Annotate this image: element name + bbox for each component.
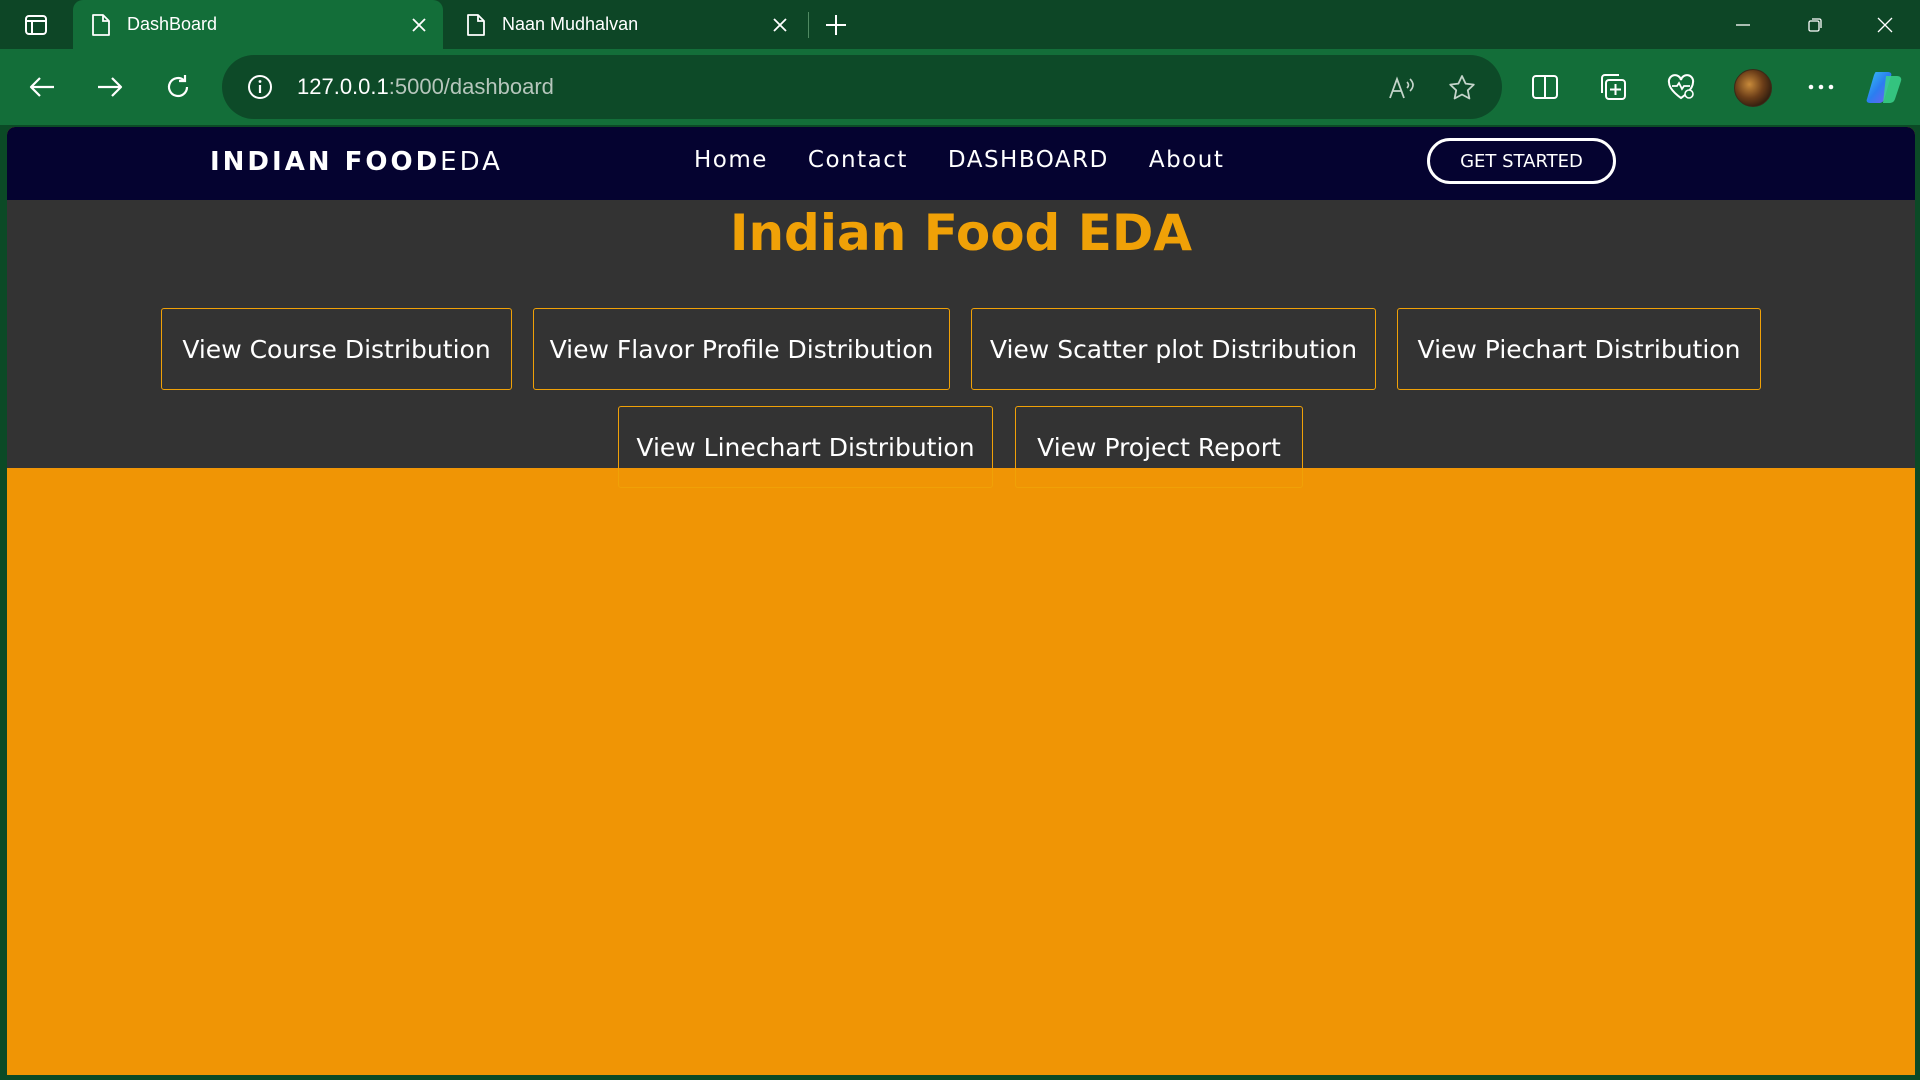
nav-contact[interactable]: Contact bbox=[808, 147, 908, 173]
refresh-icon[interactable] bbox=[158, 67, 198, 107]
tab-title: Naan Mudhalvan bbox=[502, 14, 639, 34]
browser-essentials-icon[interactable] bbox=[1662, 68, 1700, 106]
address-url: 127.0.0.1:5000/dashboard bbox=[297, 74, 554, 100]
minimize-icon[interactable] bbox=[1708, 0, 1778, 49]
brand-bold: INDIAN FOOD bbox=[210, 147, 441, 177]
tab-separator bbox=[808, 12, 809, 38]
split-screen-icon[interactable] bbox=[1526, 68, 1564, 106]
view-course-distribution-button[interactable]: View Course Distribution bbox=[161, 308, 512, 390]
page-icon bbox=[91, 13, 111, 37]
address-host: 127.0.0.1 bbox=[297, 74, 389, 99]
address-bar[interactable]: 127.0.0.1:5000/dashboard bbox=[222, 55, 1502, 119]
browser-toolbar: 127.0.0.1:5000/dashboard bbox=[0, 49, 1920, 125]
page-icon bbox=[466, 13, 486, 37]
info-icon[interactable] bbox=[246, 73, 274, 101]
tab-dashboard[interactable]: DashBoard bbox=[73, 0, 443, 49]
site-navbar: INDIAN FOODEDA Home Contact DASHBOARD Ab… bbox=[7, 127, 1915, 200]
tab-naan-mudhalvan[interactable]: Naan Mudhalvan bbox=[448, 0, 804, 49]
more-icon[interactable] bbox=[1802, 68, 1840, 106]
page-title: Indian Food EDA bbox=[729, 204, 1193, 262]
nav-about[interactable]: About bbox=[1149, 147, 1225, 173]
get-started-button[interactable]: GET STARTED bbox=[1427, 138, 1616, 184]
restore-icon[interactable] bbox=[1780, 0, 1850, 49]
read-aloud-icon[interactable] bbox=[1387, 73, 1417, 103]
view-scatter-plot-distribution-button[interactable]: View Scatter plot Distribution bbox=[971, 308, 1376, 390]
view-piechart-distribution-button[interactable]: View Piechart Distribution bbox=[1397, 308, 1761, 390]
close-icon[interactable] bbox=[405, 11, 433, 39]
favorite-star-icon[interactable] bbox=[1447, 73, 1477, 103]
profile-avatar[interactable] bbox=[1734, 69, 1772, 107]
dashboard-panel: Indian Food EDA View Course Distribution… bbox=[7, 200, 1915, 488]
site-logo[interactable]: INDIAN FOODEDA bbox=[210, 147, 503, 177]
brand-light: EDA bbox=[440, 147, 503, 177]
browser-tab-bar: DashBoard Naan Mudhalvan bbox=[0, 0, 1920, 49]
page-viewport: INDIAN FOODEDA Home Contact DASHBOARD Ab… bbox=[7, 127, 1915, 1075]
tab-actions-icon[interactable] bbox=[18, 12, 54, 38]
forward-icon[interactable] bbox=[90, 67, 130, 107]
nav-dashboard[interactable]: DASHBOARD bbox=[948, 147, 1109, 173]
address-path: :5000/dashboard bbox=[388, 74, 554, 99]
view-flavor-profile-distribution-button[interactable]: View Flavor Profile Distribution bbox=[533, 308, 950, 390]
nav-home[interactable]: Home bbox=[694, 147, 768, 173]
content-area bbox=[7, 468, 1915, 1075]
close-icon[interactable] bbox=[766, 11, 794, 39]
copilot-icon[interactable] bbox=[1866, 68, 1904, 106]
window-close-icon[interactable] bbox=[1850, 0, 1920, 49]
collections-icon[interactable] bbox=[1594, 68, 1632, 106]
nav-links: Home Contact DASHBOARD About bbox=[694, 147, 1224, 173]
tab-title: DashBoard bbox=[127, 14, 218, 34]
new-tab-icon[interactable] bbox=[820, 10, 852, 40]
back-icon[interactable] bbox=[22, 67, 62, 107]
